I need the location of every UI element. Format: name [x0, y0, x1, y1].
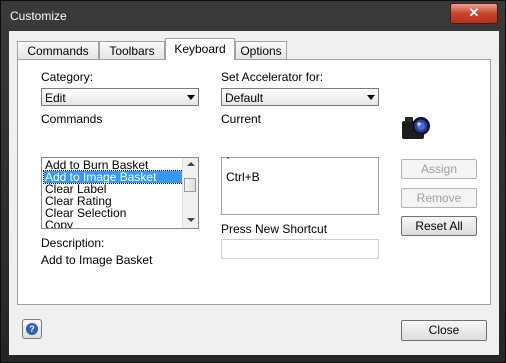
category-label: Category:	[41, 70, 94, 84]
tab-toolbars[interactable]: Toolbars	[99, 41, 165, 59]
list-item[interactable]: Copy	[45, 219, 183, 228]
assign-button-label: Assign	[420, 162, 458, 176]
list-item[interactable]: `	[226, 155, 230, 169]
window-close-button[interactable]: ✕	[450, 3, 498, 24]
set-accelerator-dropdown[interactable]: Default	[221, 88, 379, 106]
camera-icon	[402, 117, 430, 139]
category-value: Edit	[45, 91, 66, 105]
commands-label: Commands	[41, 112, 103, 126]
press-new-shortcut-label: Press New Shortcut	[221, 222, 328, 236]
keyboard-tab-panel: Category: Edit Commands Add to Burn Bask…	[17, 59, 491, 305]
reset-all-button[interactable]: Reset All	[401, 216, 477, 236]
current-shortcuts-list[interactable]: ` Ctrl+B	[221, 155, 379, 215]
tab-keyboard[interactable]: Keyboard	[165, 38, 235, 60]
dialog-client-area: Commands Toolbars Keyboard Options Categ…	[9, 31, 499, 355]
reset-all-button-label: Reset All	[415, 219, 463, 233]
close-button[interactable]: Close	[401, 320, 487, 341]
chevron-down-icon	[187, 218, 195, 222]
tab-options[interactable]: Options	[235, 41, 287, 59]
commands-list[interactable]: Add to Burn Basket Add to Image Basket C…	[41, 157, 199, 229]
scroll-down-button[interactable]	[185, 215, 196, 225]
tab-options-label: Options	[240, 44, 282, 58]
description-text: Add to Image Basket	[41, 253, 153, 267]
help-button[interactable]: ?	[22, 319, 42, 339]
assign-button[interactable]: Assign	[401, 159, 477, 179]
tab-commands-label: Commands	[27, 44, 89, 58]
tab-commands[interactable]: Commands	[17, 41, 99, 59]
chevron-up-icon	[187, 162, 195, 166]
chevron-down-icon	[187, 95, 195, 100]
category-dropdown[interactable]: Edit	[41, 88, 199, 106]
set-accelerator-value: Default	[225, 91, 264, 105]
current-label: Current	[221, 112, 262, 126]
customize-window: Customize ✕ Commands Toolbars Keyboard O…	[0, 0, 506, 363]
close-button-label: Close	[428, 323, 460, 337]
tab-toolbars-label: Toolbars	[109, 44, 155, 58]
close-icon: ✕	[468, 5, 480, 20]
remove-button-label: Remove	[416, 191, 462, 205]
list-item[interactable]: Ctrl+B	[226, 170, 260, 184]
tab-keyboard-label: Keyboard	[174, 42, 226, 56]
title-bar[interactable]: Customize ✕	[1, 1, 505, 31]
scroll-thumb[interactable]	[184, 178, 196, 192]
commands-scrollbar[interactable]	[182, 158, 198, 228]
description-label: Description:	[41, 236, 105, 250]
set-accelerator-label: Set Accelerator for:	[221, 70, 324, 84]
window-title: Customize	[10, 9, 67, 23]
remove-button[interactable]: Remove	[401, 188, 477, 208]
new-shortcut-input[interactable]	[221, 239, 379, 259]
help-icon: ?	[26, 323, 38, 335]
chevron-down-icon	[367, 95, 375, 100]
scroll-up-button[interactable]	[185, 160, 196, 170]
